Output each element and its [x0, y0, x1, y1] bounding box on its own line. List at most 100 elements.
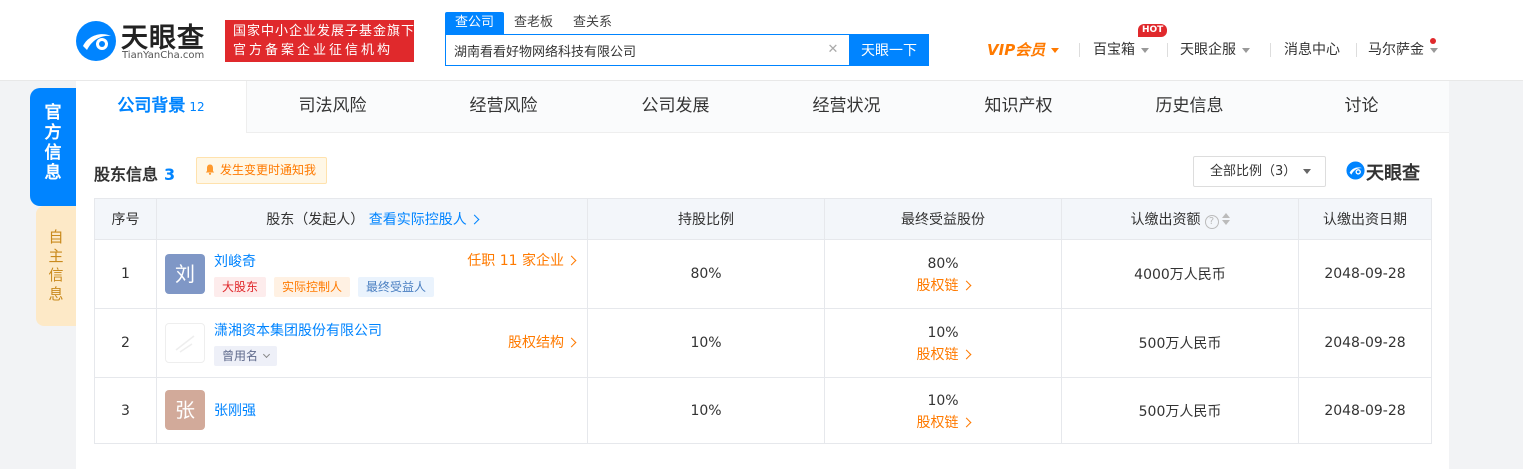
avatar: 张 [165, 390, 205, 430]
tab-company-development[interactable]: 公司发展 [590, 81, 761, 133]
company-logo-placeholder [165, 323, 205, 363]
chevron-right-icon [961, 417, 971, 427]
logo-eye-icon [1346, 161, 1365, 180]
tab-history-info[interactable]: 历史信息 [1104, 81, 1275, 133]
benefit-cell: 10% 股权链 [824, 377, 1062, 444]
side-tab-self-info[interactable]: 自 主 信 息 [36, 206, 76, 326]
user-menu[interactable]: 马尔萨金 [1368, 40, 1438, 60]
table-header-row: 序号 股东（发起人） 查看实际控股人 持股比例 最终受益股份 认缴出资额? 认缴… [94, 198, 1432, 240]
chevron-down-icon [262, 350, 271, 359]
holder-cell: 刘 刘峻奇 任职 11 家企业 大股东 实际控制人 最终受益人 [156, 239, 588, 309]
chevron-right-icon [566, 255, 577, 266]
holder-cell: 张 张刚强 [156, 377, 588, 444]
date-value: 2048-09-28 [1298, 239, 1432, 309]
brand-watermark: 天眼查 [1346, 159, 1436, 184]
ratio-value: 10% [587, 377, 825, 444]
nav-divider [1079, 43, 1080, 57]
tab-discussion[interactable]: 讨论 [1276, 81, 1447, 133]
tab-judicial-risk[interactable]: 司法风险 [247, 81, 418, 133]
equity-chain-link[interactable]: 股权链 [825, 344, 1061, 364]
holder-name-link[interactable]: 潇湘资本集团股份有限公司 [214, 320, 382, 340]
search-button[interactable]: 天眼一下 [849, 34, 929, 66]
category-tabs: 公司背景 12 司法风险 经营风险 公司发展 经营状况 知识产权 历史信息 讨论 [76, 81, 1449, 133]
date-value: 2048-09-28 [1298, 377, 1432, 444]
clear-icon[interactable]: ✕ [826, 43, 840, 57]
side-tab-official-info[interactable]: 官 方 信 息 [30, 88, 76, 206]
tab-operation-status[interactable]: 经营状况 [761, 81, 932, 133]
col-amount[interactable]: 认缴出资额? [1061, 198, 1299, 240]
section-count: 3 [164, 165, 176, 184]
col-holder: 股东（发起人） 查看实际控股人 [156, 198, 588, 240]
row-index: 3 [94, 377, 157, 444]
date-value: 2048-09-28 [1298, 308, 1432, 378]
sort-icon[interactable] [1221, 213, 1230, 225]
search-type-tabs: 查公司 查老板 查关系 [445, 12, 622, 34]
top-header: 天眼查 TianYanCha.com 国家中小企业发展子基金旗下 官方备案企业征… [0, 0, 1523, 81]
nav-divider [1270, 43, 1271, 57]
nav-divider [1167, 43, 1168, 57]
table-row: 2 潇湘资本集团股份有限公司 股权结构 曾用名 10% 10% 股权链 500万… [94, 308, 1432, 378]
chevron-right-icon [469, 214, 480, 225]
notify-on-change-button[interactable]: 发生变更时通知我 [196, 157, 328, 184]
tab-search-company[interactable]: 查公司 [445, 12, 505, 34]
chevron-down-icon [1051, 48, 1060, 53]
holder-name-link[interactable]: 刘峻奇 [214, 251, 256, 271]
search-box: ✕ [445, 34, 850, 66]
main-panel: 公司背景 12 司法风险 经营风险 公司发展 经营状况 知识产权 历史信息 讨论 … [76, 81, 1449, 469]
ratio-filter-select[interactable]: 全部比例（3） [1193, 156, 1326, 187]
notification-dot [1430, 38, 1436, 44]
bell-icon [205, 164, 215, 175]
chevron-down-icon [1242, 47, 1250, 53]
equity-chain-link[interactable]: 股权链 [825, 412, 1061, 432]
enterprise-service-menu[interactable]: 天眼企服 [1180, 40, 1250, 60]
toolbox-menu[interactable]: 百宝箱 [1093, 40, 1149, 60]
tag-actual-controller: 实际控制人 [274, 277, 351, 297]
search-input[interactable] [446, 35, 816, 65]
tag-major-shareholder: 大股东 [214, 277, 267, 297]
chevron-down-icon [1303, 169, 1311, 174]
chevron-down-icon [1430, 47, 1438, 53]
col-date: 认缴出资日期 [1298, 198, 1432, 240]
section-title: 股东信息 3 [94, 165, 176, 184]
chevron-right-icon [566, 337, 577, 348]
table-row: 1 刘 刘峻奇 任职 11 家企业 大股东 实际控制人 最终受益人 80% 80 [94, 239, 1432, 309]
logo-eye-icon [76, 21, 116, 61]
tab-search-boss[interactable]: 查老板 [504, 12, 563, 34]
tag-ultimate-beneficiary: 最终受益人 [358, 277, 435, 297]
holder-cell: 潇湘资本集团股份有限公司 股权结构 曾用名 [156, 308, 588, 378]
chevron-right-icon [961, 280, 971, 291]
vip-member-menu[interactable]: VIP会员 [987, 40, 1060, 60]
view-actual-controller-link[interactable]: 查看实际控股人 [369, 212, 480, 228]
col-index: 序号 [94, 198, 157, 240]
equity-chain-link[interactable]: 股权链 [825, 275, 1061, 295]
col-ratio: 持股比例 [587, 198, 825, 240]
benefit-cell: 80% 股权链 [824, 239, 1062, 309]
holder-name-link[interactable]: 张刚强 [214, 400, 256, 420]
shareholder-table: 序号 股东（发起人） 查看实际控股人 持股比例 最终受益股份 认缴出资额? 认缴… [94, 198, 1432, 444]
row-index: 2 [94, 308, 157, 378]
help-icon[interactable]: ? [1204, 215, 1219, 229]
former-name-dropdown[interactable]: 曾用名 [214, 346, 278, 366]
tab-operation-risk[interactable]: 经营风险 [418, 81, 589, 133]
nav-divider [1356, 43, 1357, 57]
tab-intellectual-property[interactable]: 知识产权 [933, 81, 1104, 133]
amount-value: 500万人民币 [1061, 377, 1299, 444]
logo-domain: TianYanCha.com [122, 50, 205, 61]
tab-company-background[interactable]: 公司背景 12 [76, 81, 247, 133]
tab-search-relation[interactable]: 查关系 [563, 12, 622, 34]
chevron-down-icon [1141, 47, 1149, 53]
amount-value: 4000万人民币 [1061, 239, 1299, 309]
positions-link[interactable]: 任职 11 家企业 [467, 250, 577, 270]
hot-badge: HOT [1138, 24, 1168, 37]
avatar: 刘 [165, 254, 205, 294]
message-center-link[interactable]: 消息中心 [1284, 40, 1340, 60]
equity-structure-link[interactable]: 股权结构 [508, 332, 577, 352]
ratio-value: 10% [587, 308, 825, 378]
broken-image-icon [175, 335, 195, 353]
amount-value: 500万人民币 [1061, 308, 1299, 378]
tianyancha-logo[interactable]: 天眼查 TianYanCha.com [75, 16, 215, 64]
official-slogan-badge: 国家中小企业发展子基金旗下 官方备案企业征信机构 [225, 20, 414, 62]
ratio-value: 80% [587, 239, 825, 309]
table-row: 3 张 张刚强 10% 10% 股权链 500万人民币 2048-09-28 [94, 377, 1432, 444]
benefit-cell: 10% 股权链 [824, 308, 1062, 378]
